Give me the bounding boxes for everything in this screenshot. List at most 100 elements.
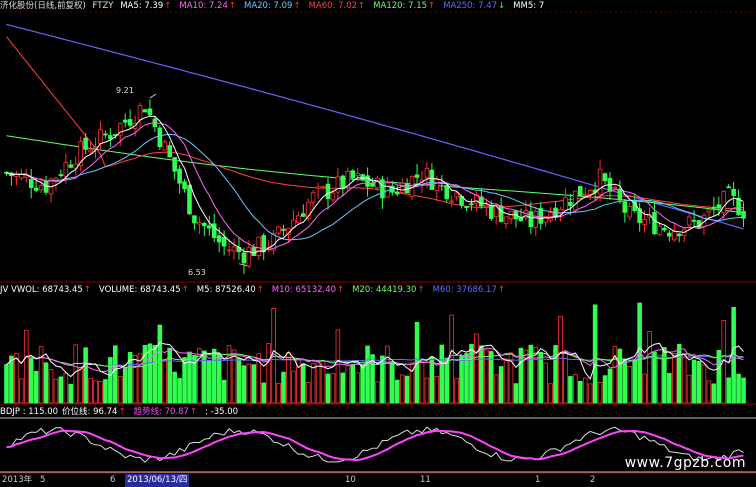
volume-bar <box>558 315 563 404</box>
volume-bar <box>266 343 271 404</box>
volume-bar <box>434 376 440 404</box>
candle-body <box>276 226 281 234</box>
volume-bar <box>706 380 712 404</box>
volume-bar <box>691 359 697 404</box>
candle-body <box>652 212 657 235</box>
volume-bar <box>419 361 425 404</box>
volume-bar <box>622 359 628 404</box>
candle-body <box>88 149 93 153</box>
candle-body <box>657 225 662 235</box>
candle-body <box>429 169 435 190</box>
arrow-up-icon: ↑ <box>83 285 91 295</box>
volume-legend-item: M20: 44419.30↑ <box>352 285 425 295</box>
volume-bar <box>261 382 266 404</box>
candle-body <box>667 232 672 237</box>
volume-bar <box>98 381 103 404</box>
volume-legend-item: M5: 87526.40↑ <box>196 285 264 295</box>
arrow-up-icon: ↑ <box>497 285 505 295</box>
volume-bar <box>459 355 464 404</box>
volume-bar <box>736 373 741 404</box>
candle-body <box>108 135 113 140</box>
volume-bar <box>207 360 212 404</box>
volume-bar <box>305 382 311 404</box>
candle-body <box>617 188 623 201</box>
volume-bar <box>246 363 252 404</box>
candle-body <box>207 225 212 229</box>
candle-body <box>63 161 69 177</box>
candle-body <box>251 247 257 257</box>
candle-body <box>246 247 252 267</box>
volume-bar <box>43 362 49 404</box>
volume-legend-item: M60: 37686.17↑ <box>432 285 505 295</box>
volume-bar <box>469 344 474 404</box>
volume-bar <box>711 383 717 404</box>
volume-bar <box>157 324 163 404</box>
volume-bar <box>642 373 647 404</box>
candle-body <box>736 197 741 215</box>
volume-bar <box>340 372 346 404</box>
candle-body <box>38 185 44 191</box>
candle-body <box>127 119 133 126</box>
candle-body <box>424 167 430 179</box>
volume-bar <box>627 366 633 404</box>
date-label: 2013年 <box>2 475 33 485</box>
bdjp-legend-item: 趋势线: 70.87↑ <box>133 407 198 417</box>
volume-bar <box>231 349 237 404</box>
volume-bar <box>731 306 736 404</box>
candle-body <box>597 168 603 195</box>
volume-bar <box>662 347 667 404</box>
selected-date: 2013/06/13/四 <box>125 474 190 487</box>
volume-bar <box>310 363 316 404</box>
volume-bar <box>587 383 593 404</box>
volume-bar <box>716 349 722 404</box>
volume-bar <box>236 357 242 404</box>
candle-body <box>350 170 356 179</box>
date-label: 11 <box>420 475 431 485</box>
candle-body <box>122 119 128 123</box>
volume-bar <box>172 371 177 404</box>
volume-bar <box>350 364 356 404</box>
bdjp-legend-item: : -35.00 <box>205 407 239 417</box>
volume-bar <box>33 370 39 404</box>
volume-bar <box>652 351 657 404</box>
volume-bar <box>241 365 247 404</box>
volume-bar <box>73 344 79 404</box>
low-marker <box>238 263 248 267</box>
volume-bar <box>493 374 499 404</box>
candle-body <box>281 228 286 231</box>
volume-bar <box>444 357 450 404</box>
volume-bar <box>53 378 59 404</box>
candle-body <box>726 186 731 189</box>
volume-bar <box>68 383 74 404</box>
candle-body <box>721 190 727 214</box>
volume-bar <box>543 362 548 404</box>
candle-body <box>177 168 182 184</box>
candle-body <box>216 235 222 243</box>
volume-bar <box>681 352 687 404</box>
volume-bar <box>315 361 321 404</box>
candle-body <box>454 192 459 198</box>
candle-body <box>202 222 207 227</box>
volume-bar <box>320 361 326 404</box>
candle-body <box>686 216 692 226</box>
volume-bar <box>251 364 257 404</box>
volume-bar <box>607 368 613 404</box>
volume-bar <box>548 383 553 404</box>
volume-bar <box>563 351 568 404</box>
candle-body <box>68 164 74 168</box>
volume-bar <box>538 351 543 404</box>
arrow-up-icon: ↑ <box>181 285 189 295</box>
ma120-line <box>6 135 744 214</box>
volume-bar <box>182 357 187 404</box>
volume-bar <box>484 349 489 404</box>
candle-body <box>147 108 153 116</box>
volume-bar <box>9 355 14 404</box>
volume-bar <box>503 358 509 404</box>
volume-bar <box>162 359 168 404</box>
bdjp-legend-item: 价位线: 96.74↑ <box>62 407 126 417</box>
low-price-label: 6.53 <box>188 268 206 277</box>
volume-bar <box>454 378 459 404</box>
candle-body <box>627 205 633 218</box>
volume-bar <box>167 347 172 404</box>
arrow-up-icon: ↑ <box>256 285 264 295</box>
